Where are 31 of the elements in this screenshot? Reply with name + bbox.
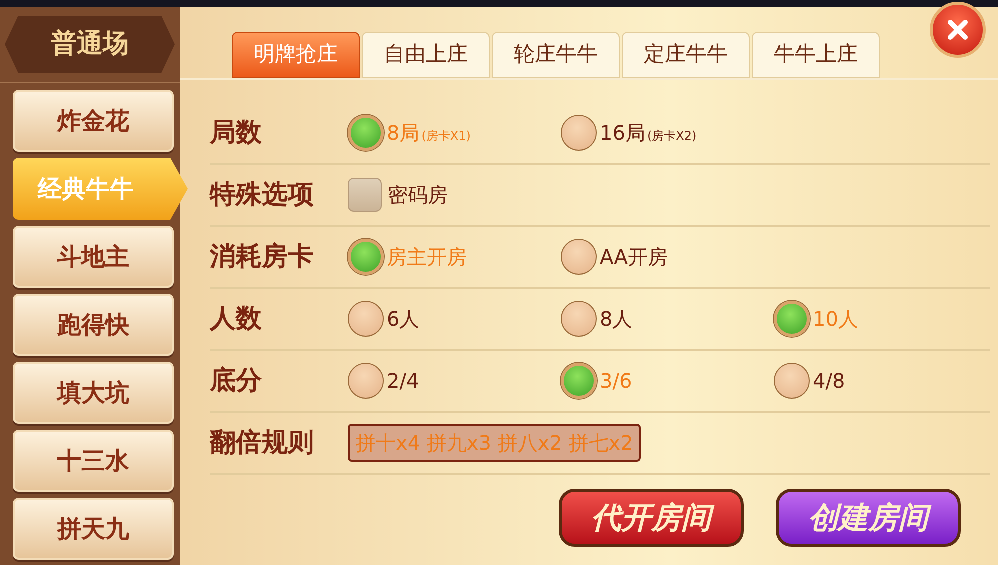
game-item[interactable]: 填大坑: [13, 362, 174, 424]
row-label: 翻倍规则: [210, 426, 315, 460]
mode-tab[interactable]: 牛牛上庄: [752, 32, 880, 78]
room-button[interactable]: 代开房间: [559, 489, 744, 547]
row-label: 局数: [210, 116, 263, 150]
room-button[interactable]: 创建房间: [776, 489, 961, 547]
option-label: 3/6: [600, 368, 632, 395]
option-label: 6人: [387, 306, 420, 333]
option-label: 8人: [600, 306, 633, 333]
row-label: 消耗房卡: [210, 240, 315, 274]
game-item[interactable]: 跑得快: [13, 294, 174, 356]
option-label: 4/8: [813, 368, 846, 395]
mode-tab[interactable]: 定庄牛牛: [622, 32, 750, 78]
rule-field: 拼十x4 拼九x3 拼八x2 拼七x2: [348, 424, 642, 462]
option-label: 16局(房卡X2): [600, 120, 697, 147]
category-banner: 普通场: [5, 16, 175, 74]
mode-tab[interactable]: 轮庄牛牛: [492, 32, 620, 78]
game-item[interactable]: 炸金花: [13, 90, 174, 152]
mode-tab[interactable]: 自由上庄: [362, 32, 490, 78]
row-label: 特殊选项: [210, 178, 315, 212]
row-label: 人数: [210, 302, 263, 336]
game-item[interactable]: 斗地主: [13, 226, 174, 288]
game-item[interactable]: 拼天九: [13, 498, 174, 560]
option-label: 10人: [813, 306, 858, 333]
row-label: 底分: [210, 364, 263, 398]
option-label: 密码房: [388, 182, 448, 209]
option-label: 房主开房: [387, 244, 467, 271]
option-label: AA开房: [600, 244, 668, 271]
game-item[interactable]: 十三水: [13, 430, 174, 492]
option-label: 8局(房卡X1): [387, 120, 471, 147]
option-label: 2/4: [387, 368, 420, 395]
